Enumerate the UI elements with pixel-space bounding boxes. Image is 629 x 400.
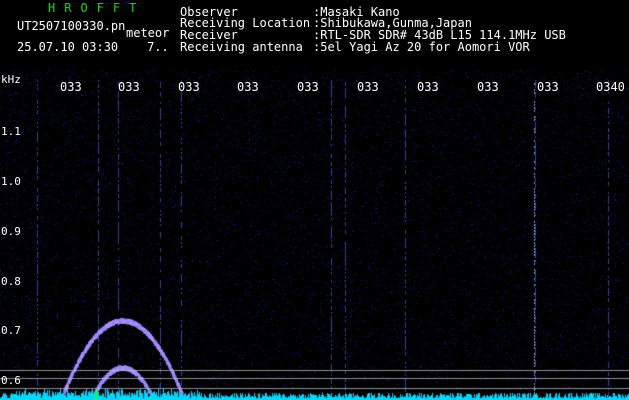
y-tick-1-1: 1.1 xyxy=(1,125,21,138)
x-tick-2: 033 xyxy=(118,80,140,94)
header-panel: HROFFT UT2507100330.pn meteor 25.07.10 0… xyxy=(0,0,629,70)
app-title: HROFFT xyxy=(48,1,146,15)
y-tick-0-6: 0.6 xyxy=(1,374,21,387)
timestamp-extra: 7.. xyxy=(147,40,169,54)
x-tick-3: 033 xyxy=(178,80,200,94)
file-kind: meteor xyxy=(126,26,170,40)
x-tick-8: 033 xyxy=(477,80,499,94)
spectrogram-canvas xyxy=(0,70,629,400)
timestamp: 25.07.10 03:30 7.. xyxy=(17,41,169,53)
spectrogram-area xyxy=(0,70,629,400)
y-axis-unit: kHz xyxy=(1,73,21,86)
y-tick-1-0: 1.0 xyxy=(1,175,21,188)
x-tick-9: 033 xyxy=(537,80,559,94)
x-tick-7: 033 xyxy=(417,80,439,94)
x-tick-1: 033 xyxy=(60,80,82,94)
x-tick-5: 033 xyxy=(297,80,319,94)
y-tick-0-9: 0.9 xyxy=(1,225,21,238)
x-tick-6: 033 xyxy=(357,80,379,94)
y-tick-0-7: 0.7 xyxy=(1,324,21,337)
antenna-value: :5el Yagi Az 20 for Aomori VOR xyxy=(313,40,530,54)
antenna-label: Receiving antenna xyxy=(180,40,303,54)
timestamp-value: 25.07.10 03:30 xyxy=(17,40,119,54)
x-tick-10: 0340 xyxy=(596,80,625,94)
x-tick-4: 033 xyxy=(237,80,259,94)
y-tick-0-8: 0.8 xyxy=(1,275,21,288)
file-name: UT2507100330.pn xyxy=(17,19,126,33)
